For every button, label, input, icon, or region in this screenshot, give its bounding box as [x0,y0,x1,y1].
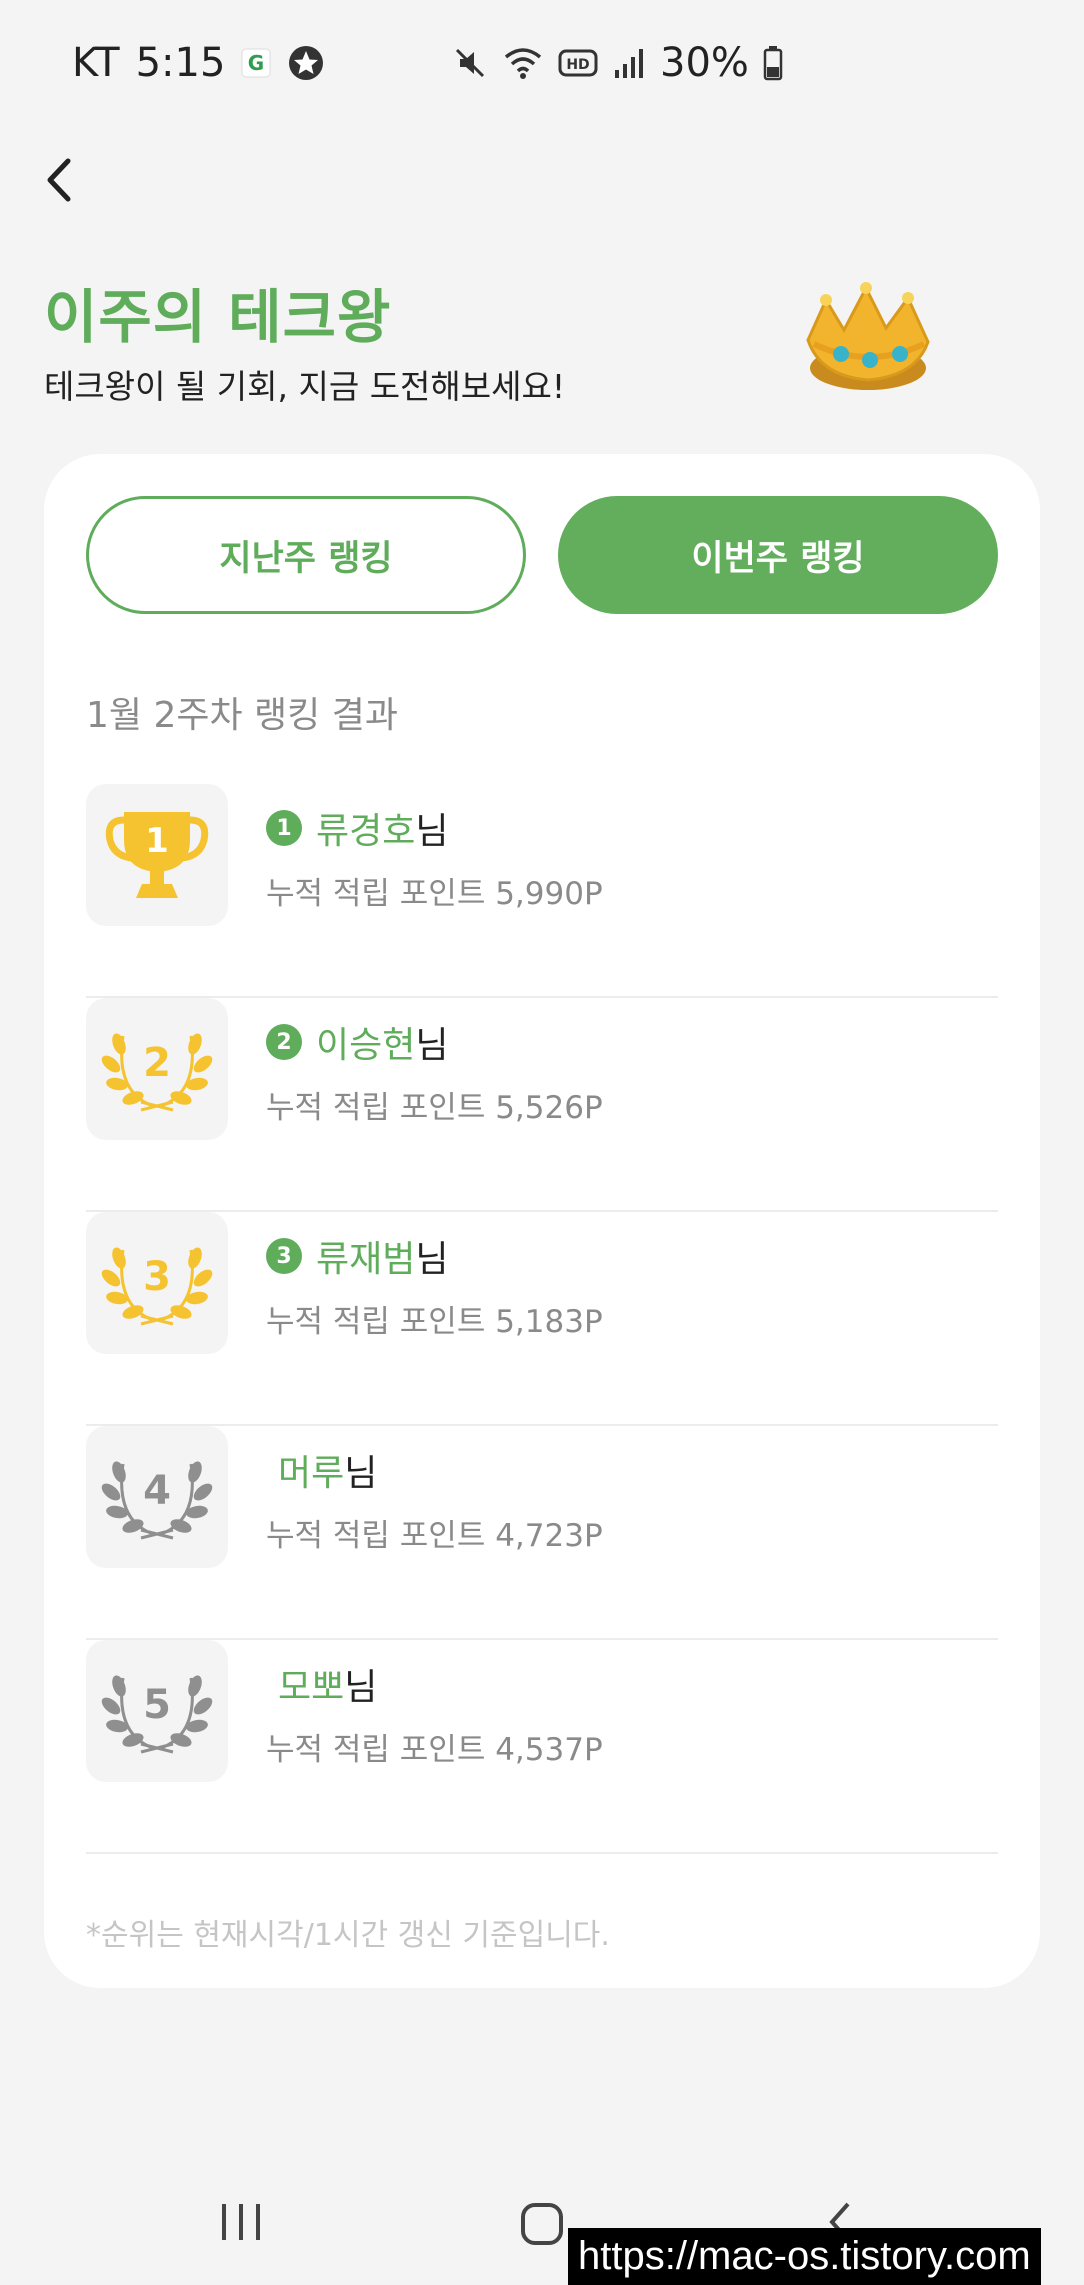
recent-apps-icon [222,2204,260,2240]
home-button[interactable] [518,2200,568,2254]
list-item[interactable]: 2 2 이승현 님 누적 적립 포인트 5,526P [86,998,998,1212]
back-button[interactable] [30,150,90,210]
list-item[interactable]: 5 모뽀 님 누적 적립 포인트 4,537P [86,1640,998,1854]
rank-points: 누적 적립 포인트 5,990P [266,876,603,912]
watermark: https://mac-os.tistory.com [568,2228,1041,2285]
signal-icon [612,46,646,80]
rank-user-name: 류경호 [316,811,416,852]
rank-name-line: 모뽀 님 [278,1658,377,1710]
battery-icon [763,45,783,81]
page-title: 이주의 테크왕 [44,283,392,351]
rank-name-line: 3 류재범 님 [266,1230,449,1282]
svg-text:G: G [248,51,264,75]
list-item[interactable]: 4 머루 님 누적 적립 포인트 4,723P [86,1426,998,1640]
rank-points: 누적 적립 포인트 4,537P [266,1732,603,1768]
status-left: KT 5:15 G [72,40,325,86]
rank-number-badge: 1 [266,810,302,846]
trophy-icon: 1 [86,784,228,926]
rank-name-suffix: 님 [415,1025,449,1066]
ranking-footnote: *순위는 현재시각/1시간 갱신 기준입니다. [86,1918,610,1953]
rank-name-suffix: 님 [344,1667,378,1708]
rank-badge-number: 3 [143,1254,171,1300]
mute-icon [452,45,488,81]
carrier-label: KT [72,40,120,86]
tab-this-week[interactable]: 이번주 랭킹 [558,496,998,614]
rank-points: 누적 적립 포인트 5,526P [266,1090,603,1126]
status-bar: KT 5:15 G HD 30% [0,0,1084,130]
rank-name-suffix: 님 [415,811,449,852]
rank-badge-number: 1 [145,821,169,861]
rank-user-name: 모뽀 [278,1667,345,1708]
rank-number-badge: 3 [266,1238,302,1274]
recent-apps-button[interactable] [216,2200,266,2248]
rank-user-name: 이승현 [316,1025,416,1066]
rank-number-badge: 2 [266,1024,302,1060]
g-app-icon: G [241,48,271,78]
wifi-icon [502,45,544,81]
laurel-silver-icon: 4 [86,1426,228,1568]
laurel-silver-icon: 5 [86,1640,228,1782]
week-result-title: 1월 2주차 랭킹 결과 [86,695,398,736]
tab-last-week[interactable]: 지난주 랭킹 [86,496,526,614]
rank-user-name: 류재범 [316,1239,416,1280]
rank-points: 누적 적립 포인트 4,723P [266,1518,603,1554]
ranking-list: 1 1 류경호 님 누적 적립 포인트 5,990P 2 2 이승현 님 누적 … [86,784,998,1854]
rank-badge-number: 2 [143,1040,171,1086]
hd-icon: HD [558,48,598,78]
star-app-icon [287,44,325,82]
chevron-left-icon [47,158,71,202]
status-right: HD 30% [452,40,783,86]
battery-percent: 30% [660,40,749,86]
rank-name-line: 1 류경호 님 [266,802,449,854]
list-item[interactable]: 3 3 류재범 님 누적 적립 포인트 5,183P [86,1212,998,1426]
rank-user-name: 머루 [278,1453,345,1494]
page-subtitle: 테크왕이 될 기회, 지금 도전해보세요! [44,367,566,406]
laurel-gold-icon: 2 [86,998,228,1140]
crown-icon [796,280,946,400]
rank-points: 누적 적립 포인트 5,183P [266,1304,603,1340]
rank-name-line: 2 이승현 님 [266,1016,449,1068]
rank-name-suffix: 님 [415,1239,449,1280]
rank-name-suffix: 님 [344,1453,378,1494]
list-item[interactable]: 1 1 류경호 님 누적 적립 포인트 5,990P [86,784,998,998]
ranking-card: 지난주 랭킹 이번주 랭킹 1월 2주차 랭킹 결과 1 1 류경호 님 누적 적… [44,454,1040,1988]
clock: 5:15 [135,40,226,86]
rank-name-line: 머루 님 [278,1444,377,1496]
rank-badge-number: 4 [143,1468,171,1514]
svg-text:HD: HD [566,57,589,73]
rank-badge-number: 5 [143,1682,171,1728]
laurel-gold-icon: 3 [86,1212,228,1354]
home-icon [521,2203,563,2245]
